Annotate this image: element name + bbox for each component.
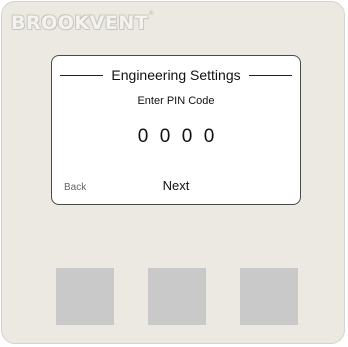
title-line-left xyxy=(60,74,104,76)
brand-logo: BROOKVENT® xyxy=(11,10,155,34)
pin-entry[interactable]: 0 0 0 0 xyxy=(52,126,300,148)
pin-digit-2[interactable]: 0 xyxy=(159,126,172,148)
title-line-right xyxy=(248,74,293,76)
back-option[interactable]: Back xyxy=(64,182,86,193)
pin-digit-4[interactable]: 0 xyxy=(203,126,216,148)
next-option[interactable]: Next xyxy=(146,178,206,193)
screen-title: Engineering Settings xyxy=(111,67,241,83)
middle-hardware-button[interactable] xyxy=(148,268,206,325)
left-hardware-button[interactable] xyxy=(56,268,114,325)
right-hardware-button[interactable] xyxy=(240,268,298,325)
pin-digit-3[interactable]: 0 xyxy=(181,126,194,148)
title-row: Engineering Settings xyxy=(60,65,293,85)
pin-prompt: Enter PIN Code xyxy=(137,95,215,107)
lcd-screen: Engineering Settings Enter PIN Code 0 0 … xyxy=(51,55,301,205)
brand-name: BROOKVENT xyxy=(11,12,149,34)
pin-digit-1[interactable]: 0 xyxy=(137,126,150,148)
trademark-mark: ® xyxy=(148,10,155,17)
